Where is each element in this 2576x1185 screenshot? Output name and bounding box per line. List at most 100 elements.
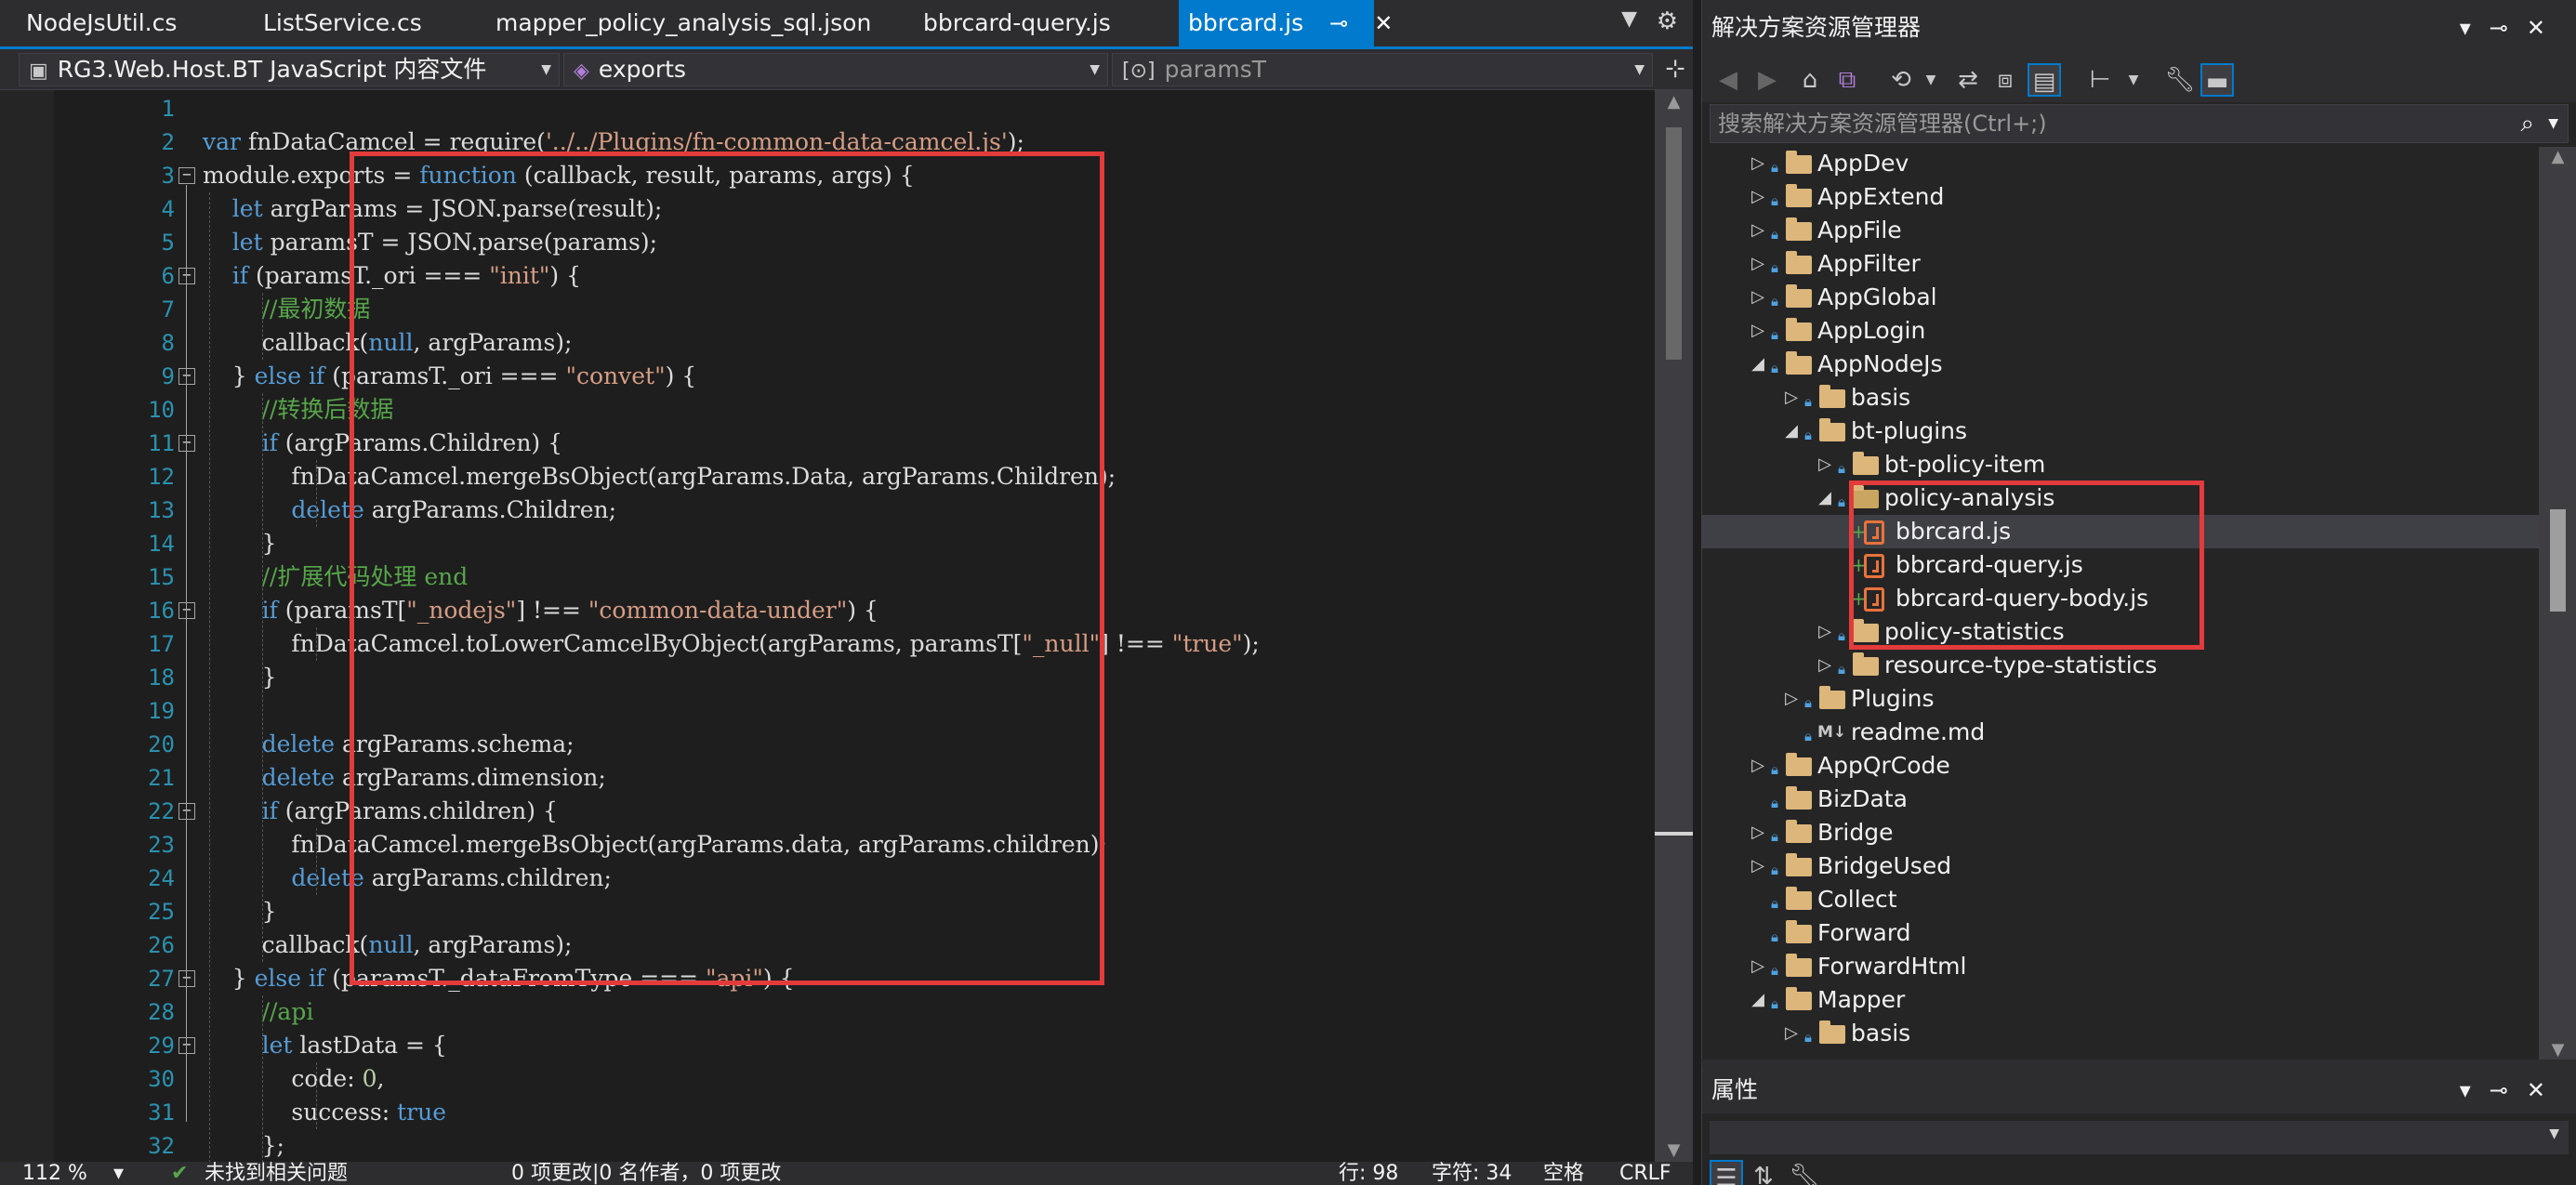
tree-item[interactable]: ▷ 🔒︎ AppDev	[1702, 147, 2539, 180]
tree-item[interactable]: ▷ 🔒︎ basis	[1702, 381, 2539, 415]
expand-arrow-icon[interactable]: ▷	[1749, 849, 1767, 883]
collapse-arrow-icon[interactable]: ◢	[1816, 481, 1834, 515]
tree-item[interactable]: 🔒︎ Collect	[1702, 883, 2539, 916]
collapse-region-icon[interactable]: −	[178, 435, 195, 452]
collapse-region-icon[interactable]: −	[178, 1037, 195, 1054]
show-all-files-icon[interactable]: ▤	[2028, 63, 2061, 97]
expand-arrow-icon[interactable]: ▷	[1749, 816, 1767, 849]
expand-arrow-icon[interactable]: ▷	[1749, 749, 1767, 783]
tree-item[interactable]: ▷ 🔒︎ AppFilter	[1702, 247, 2539, 281]
expand-arrow-icon[interactable]: ▷	[1816, 448, 1834, 481]
wrench-icon[interactable]: 🔧︎	[2163, 63, 2197, 97]
categorized-icon[interactable]: ☰	[1710, 1160, 1743, 1185]
scope-dropdown[interactable]: ◈ exports ▼	[563, 53, 1108, 86]
expand-arrow-icon[interactable]: ▷	[1749, 180, 1767, 214]
tree-item[interactable]: ▷ 🔒︎ BridgeUsed	[1702, 849, 2539, 883]
expand-arrow-icon[interactable]: ▷	[1816, 649, 1834, 682]
tree-item[interactable]: ▷ 🔒︎ AppFile	[1702, 214, 2539, 247]
pin-icon[interactable]: ⊸	[2490, 1077, 2527, 1103]
expand-arrow-icon[interactable]: ▷	[1782, 1017, 1801, 1050]
tree-item[interactable]: ▷ 🔒︎ ForwardHtml	[1702, 950, 2539, 983]
split-editor-icon[interactable]: ⊹	[1665, 55, 1685, 83]
pin-icon[interactable]: ⊸	[2490, 15, 2527, 41]
close-icon[interactable]: ✕	[2527, 1077, 2564, 1103]
tree-item[interactable]: ▷ 🔒︎ AppQrCode	[1702, 749, 2539, 783]
property-pages-icon[interactable]: 🔧︎	[1788, 1160, 1821, 1185]
solution-search-input[interactable]: 搜索解决方案资源管理器(Ctrl+;) ⌕ ▼	[1710, 104, 2569, 143]
switch-views-icon[interactable]: ⧉	[1830, 63, 1864, 97]
tab-overflow-icon[interactable]: ▼	[1621, 7, 1637, 31]
tree-item[interactable]: ◢ 🔒︎ Mapper	[1702, 983, 2539, 1017]
pin-icon[interactable]: ⊸	[1329, 0, 1348, 46]
chevron-down-icon[interactable]: ▼	[2117, 63, 2150, 97]
expand-arrow-icon[interactable]: ▷	[1749, 281, 1767, 314]
tree-item[interactable]: ▷ 🔒︎ resource-type-statistics	[1702, 649, 2539, 682]
pending-changes-filter-icon[interactable]: ⟲	[1884, 63, 1918, 97]
home-icon[interactable]: ⌂	[1793, 63, 1827, 97]
collapse-region-icon[interactable]: −	[178, 268, 195, 284]
collapse-arrow-icon[interactable]: ◢	[1782, 415, 1801, 448]
chevron-down-icon[interactable]: ▼	[2548, 105, 2558, 142]
forward-icon[interactable]: ▶	[1750, 63, 1784, 97]
collapse-arrow-icon[interactable]: ◢	[1749, 983, 1767, 1017]
collapse-region-icon[interactable]: −	[178, 167, 195, 184]
tree-item[interactable]: ▷ 🔒︎ Bridge	[1702, 816, 2539, 849]
tree-item[interactable]: ▷ 🔒︎ Plugins	[1702, 682, 2539, 716]
scroll-up-icon[interactable]: ▲	[1655, 92, 1693, 112]
view-class-diagram-icon[interactable]: ⊢	[2083, 63, 2117, 97]
vertical-scrollbar[interactable]: ▲ ▼	[1655, 90, 1693, 1162]
close-icon[interactable]: ✕	[2527, 15, 2564, 41]
back-icon[interactable]: ◀	[1711, 63, 1745, 97]
collapse-region-icon[interactable]: −	[178, 602, 195, 619]
scroll-down-icon[interactable]: ▼	[1655, 1140, 1693, 1160]
changes-status[interactable]: 0 项更改|0 名作者，0 项更改	[511, 1162, 781, 1185]
zoom-level[interactable]: 112 %	[22, 1162, 87, 1185]
expand-arrow-icon[interactable]: ▷	[1816, 615, 1834, 649]
tree-scrollbar[interactable]: ▲ ▼	[2539, 147, 2576, 1060]
search-icon[interactable]: ⌕	[2520, 105, 2534, 142]
expand-arrow-icon[interactable]: ▷	[1749, 147, 1767, 180]
window-position-icon[interactable]: ▾	[2460, 15, 2490, 41]
alphabetical-icon[interactable]: ⇅	[1747, 1160, 1780, 1185]
collapse-region-icon[interactable]: −	[178, 368, 195, 385]
collapse-all-icon[interactable]: ⧈	[1988, 63, 2022, 97]
issues-status[interactable]: 未找到相关问题	[205, 1162, 348, 1185]
close-icon[interactable]: ✕	[1374, 0, 1393, 46]
expand-arrow-icon[interactable]: ▷	[1782, 682, 1801, 716]
collapse-region-icon[interactable]: −	[178, 970, 195, 987]
tree-item[interactable]: ▷ 🔒︎ AppLogin	[1702, 314, 2539, 348]
project-dropdown[interactable]: ▣ RG3.Web.Host.BT JavaScript 内容文件 ▼	[19, 53, 560, 86]
scroll-thumb[interactable]	[2550, 509, 2566, 612]
expand-arrow-icon[interactable]: ▷	[1749, 950, 1767, 983]
scroll-up-icon[interactable]: ▲	[2539, 147, 2576, 166]
expand-arrow-icon[interactable]: ▷	[1782, 381, 1801, 415]
tab-bbrcard-query[interactable]: bbrcard-query.js	[897, 0, 1176, 46]
window-position-icon[interactable]: ▾	[2460, 1077, 2490, 1103]
tree-item[interactable]: 🔒︎ Forward	[1702, 916, 2539, 950]
scroll-thumb[interactable]	[1666, 127, 1682, 360]
tree-item[interactable]: ▷ 🔒︎ AppExtend	[1702, 180, 2539, 214]
tree-item[interactable]: 🔒︎ BizData	[1702, 783, 2539, 816]
tree-item[interactable]: ◢ 🔒︎ bt-plugins	[1702, 415, 2539, 448]
chevron-down-icon[interactable]: ▾	[113, 1162, 124, 1185]
scroll-down-icon[interactable]: ▼	[2539, 1040, 2576, 1060]
sync-icon[interactable]: ⇄	[1951, 63, 1985, 97]
tree-item[interactable]: ▷ 🔒︎ AppGlobal	[1702, 281, 2539, 314]
preview-selected-icon[interactable]: ▬	[2200, 63, 2234, 97]
tree-item[interactable]: ▷ 🔒︎ basis	[1702, 1017, 2539, 1050]
gear-icon[interactable]: ⚙	[1657, 7, 1678, 35]
member-dropdown[interactable]: [⊙] paramsT ▼	[1112, 53, 1653, 86]
expand-arrow-icon[interactable]: ▷	[1749, 314, 1767, 348]
tree-item[interactable]: ◢ 🔒︎ AppNodeJs	[1702, 348, 2539, 381]
collapse-region-icon[interactable]: −	[178, 803, 195, 820]
tab-mapper-policy-analysis-sql[interactable]: mapper_policy_analysis_sql.json	[469, 0, 906, 46]
expand-arrow-icon[interactable]: ▷	[1749, 214, 1767, 247]
chevron-down-icon[interactable]: ▼	[1914, 63, 1948, 97]
tab-listservice[interactable]: ListService.cs	[237, 0, 497, 46]
tab-nodejsutil[interactable]: NodeJsUtil.cs	[0, 0, 251, 46]
properties-object-dropdown[interactable]: ▼	[1710, 1121, 2569, 1154]
collapse-arrow-icon[interactable]: ◢	[1749, 348, 1767, 381]
expand-arrow-icon[interactable]: ▷	[1749, 247, 1767, 281]
tab-bbrcard[interactable]: bbrcard.js ⊸ ✕	[1179, 0, 1393, 46]
tree-item[interactable]: ▷ 🔒︎ bt-policy-item	[1702, 448, 2539, 481]
